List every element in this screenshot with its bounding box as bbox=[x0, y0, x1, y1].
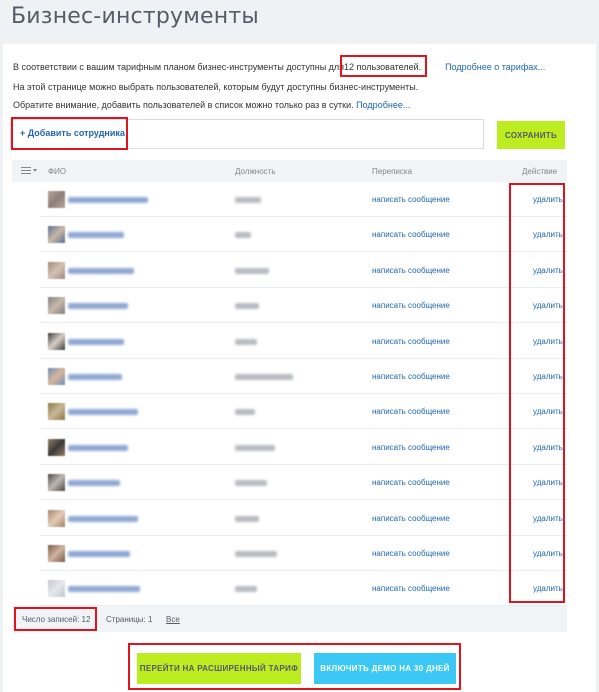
position-redacted bbox=[235, 232, 251, 239]
avatar[interactable] bbox=[48, 297, 65, 315]
tariff-details-link[interactable]: Подробнее о тарифах... bbox=[445, 62, 545, 72]
tariff-info-prefix: В соответствии с вашим тарифным планом б… bbox=[13, 62, 345, 72]
position-redacted bbox=[235, 586, 257, 593]
write-message-link[interactable]: написать сообщение bbox=[372, 407, 450, 416]
avatar[interactable] bbox=[48, 261, 65, 279]
records-count-highlight bbox=[14, 607, 97, 631]
write-message-link[interactable]: написать сообщение bbox=[372, 549, 450, 558]
table-row: написать сообщение удалить bbox=[40, 394, 567, 430]
table-row: написать сообщение удалить bbox=[40, 501, 567, 536]
write-message-link[interactable]: написать сообщение bbox=[372, 584, 450, 593]
users-table: ФИО Должность Переписка Действие написат… bbox=[12, 160, 567, 607]
upgrade-tariff-button[interactable]: ПЕРЕЙТИ НА РАСШИРЕННЫЙ ТАРИФ bbox=[137, 653, 301, 684]
position-redacted bbox=[235, 374, 293, 380]
position-redacted bbox=[235, 515, 259, 522]
avatar[interactable] bbox=[48, 509, 65, 527]
user-limit-highlight bbox=[340, 55, 427, 77]
pages-label: Страницы: 1 bbox=[106, 615, 153, 624]
daily-limit-info-line: Обратите внимание, добавить пользователе… bbox=[13, 100, 410, 110]
write-message-link[interactable]: написать сообщение bbox=[372, 301, 450, 310]
position-redacted bbox=[235, 338, 257, 345]
table-header: ФИО Должность Переписка Действие bbox=[12, 160, 567, 182]
selection-info-line: На этой странице можно выбрать пользоват… bbox=[13, 82, 419, 92]
page-title: Бизнес-инструменты bbox=[11, 4, 259, 29]
table-row: написать сообщение удалить bbox=[40, 465, 567, 501]
employee-name-redacted[interactable] bbox=[68, 586, 140, 593]
table-row: написать сообщение удалить bbox=[40, 288, 567, 324]
write-message-link[interactable]: написать сообщение bbox=[372, 337, 450, 346]
write-message-link[interactable]: написать сообщение bbox=[372, 372, 450, 381]
save-button[interactable]: СОХРАНИТЬ bbox=[497, 121, 565, 149]
avatar[interactable] bbox=[48, 403, 65, 421]
column-action: Действие bbox=[522, 167, 558, 176]
column-messages: Переписка bbox=[372, 167, 413, 176]
employee-name-redacted[interactable] bbox=[68, 338, 124, 345]
table-row: написать сообщение удалить bbox=[40, 571, 567, 607]
write-message-link[interactable]: написать сообщение bbox=[372, 230, 450, 239]
employee-name-redacted[interactable] bbox=[68, 409, 138, 416]
employee-name-redacted[interactable] bbox=[68, 480, 120, 487]
write-message-link[interactable]: написать сообщение bbox=[372, 514, 450, 523]
table-row: написать сообщение удалить bbox=[40, 182, 567, 217]
position-redacted bbox=[235, 480, 267, 487]
avatar[interactable] bbox=[48, 368, 65, 385]
employee-name-redacted[interactable] bbox=[68, 444, 128, 451]
position-redacted bbox=[235, 267, 269, 274]
avatar[interactable] bbox=[48, 332, 65, 350]
table-row: написать сообщение удалить bbox=[40, 217, 567, 253]
delete-column-highlight bbox=[509, 183, 565, 603]
more-details-link[interactable]: Подробнее... bbox=[356, 100, 410, 110]
position-redacted bbox=[235, 197, 261, 203]
position-redacted bbox=[235, 303, 259, 310]
avatar[interactable] bbox=[48, 226, 65, 244]
write-message-link[interactable]: написать сообщение bbox=[372, 478, 450, 487]
enable-demo-button[interactable]: ВКЛЮЧИТЬ ДЕМО НА 30 ДНЕЙ bbox=[314, 653, 456, 684]
column-menu-icon[interactable] bbox=[21, 167, 37, 176]
add-employee-highlight bbox=[11, 117, 128, 150]
avatar[interactable] bbox=[48, 545, 65, 562]
avatar[interactable] bbox=[48, 474, 65, 492]
avatar[interactable] bbox=[48, 438, 65, 456]
employee-name-redacted[interactable] bbox=[68, 515, 138, 522]
daily-limit-text: Обратите внимание, добавить пользователе… bbox=[13, 100, 354, 110]
position-redacted bbox=[235, 444, 275, 451]
tariff-info-line: В соответствии с вашим тарифным планом б… bbox=[13, 62, 545, 72]
table-row: написать сообщение удалить bbox=[40, 430, 567, 465]
employee-name-redacted[interactable] bbox=[68, 303, 128, 310]
employee-name-redacted[interactable] bbox=[68, 551, 130, 557]
table-row: написать сообщение удалить bbox=[40, 324, 567, 359]
table-row: написать сообщение удалить bbox=[40, 536, 567, 571]
employee-name-redacted[interactable] bbox=[68, 232, 124, 239]
employee-name-redacted[interactable] bbox=[68, 374, 122, 380]
avatar[interactable] bbox=[48, 580, 65, 598]
avatar[interactable] bbox=[48, 191, 65, 208]
write-message-link[interactable]: написать сообщение bbox=[372, 195, 450, 204]
position-redacted bbox=[235, 551, 277, 557]
employee-name-redacted[interactable] bbox=[68, 197, 148, 203]
show-all-link[interactable]: Все bbox=[166, 615, 180, 624]
column-position[interactable]: Должность bbox=[235, 167, 276, 176]
column-name[interactable]: ФИО bbox=[48, 167, 66, 176]
position-redacted bbox=[235, 409, 255, 416]
employee-name-redacted[interactable] bbox=[68, 267, 134, 274]
table-row: написать сообщение удалить bbox=[40, 253, 567, 288]
write-message-link[interactable]: написать сообщение bbox=[372, 443, 450, 452]
table-row: написать сообщение удалить bbox=[40, 359, 567, 394]
write-message-link[interactable]: написать сообщение bbox=[372, 266, 450, 275]
